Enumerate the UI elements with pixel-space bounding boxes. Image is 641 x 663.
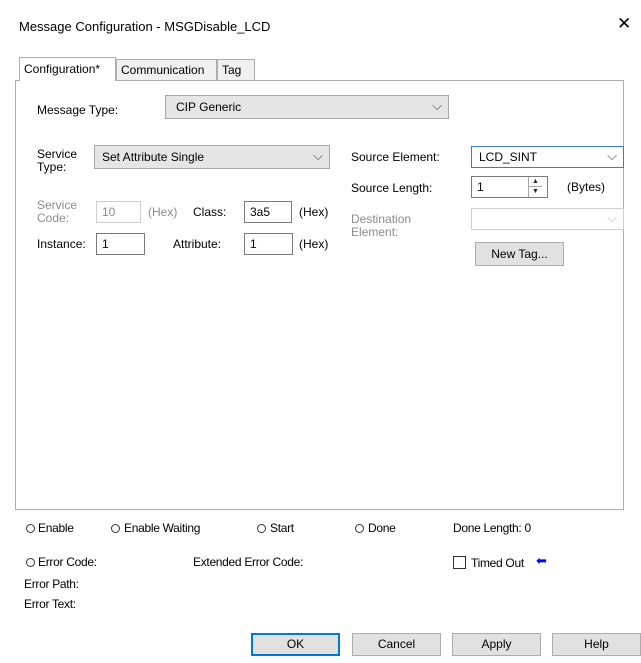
apply-button[interactable]: Apply [452,633,541,656]
timed-out-checkbox[interactable] [453,556,466,569]
source-length-input[interactable]: 1 ▲ ▼ [471,176,548,198]
class-input[interactable]: 3a5 [244,201,292,223]
source-length-value: 1 [477,180,484,194]
source-element-select[interactable]: LCD_SINT ⌵ [471,146,624,168]
message-type-select[interactable]: CIP Generic ⌵ [165,95,449,119]
enable-radio [26,524,35,533]
tab-configuration[interactable]: Configuration* [19,57,116,81]
source-length-label: Source Length: [351,181,433,195]
ok-button[interactable]: OK [251,633,340,656]
source-element-label: Source Element: [351,150,440,164]
attribute-input[interactable]: 1 [244,233,293,255]
tab-tag[interactable]: Tag [217,59,255,80]
window-title: Message Configuration - MSGDisable_LCD [19,19,271,34]
tab-communication[interactable]: Communication [116,59,217,80]
class-label: Class: [193,205,227,219]
attribute-unit: (Hex) [299,237,329,251]
attribute-label: Attribute: [173,237,222,251]
service-code-label: Service Code: [37,199,77,225]
service-type-select[interactable]: Set Attribute Single ⌵ [94,145,330,169]
done-length-label: Done Length: 0 [453,521,531,535]
help-button[interactable]: Help [552,633,641,656]
error-path-label: Error Path: [24,577,79,591]
timed-out-label: Timed Out [471,556,524,570]
enable-label: Enable [38,521,74,535]
service-code-unit: (Hex) [148,205,178,219]
destination-label-line2: Element: [351,225,399,239]
chevron-down-icon: ⌵ [607,148,617,163]
spin-up-icon[interactable]: ▲ [529,177,542,187]
source-length-unit: (Bytes) [567,180,606,194]
destination-element-label: Destination Element: [351,213,411,239]
message-type-value: CIP Generic [176,100,242,114]
destination-element-select[interactable]: ⌵ [471,208,624,230]
start-label: Start [270,521,294,535]
enable-waiting-label: Enable Waiting [124,521,201,535]
done-radio [355,524,364,533]
done-label: Done [368,521,396,535]
close-icon[interactable]: ✕ [617,15,631,32]
chevron-down-icon: ⌵ [607,210,617,225]
class-unit: (Hex) [299,205,329,219]
extended-error-code-label: Extended Error Code: [193,555,304,569]
service-code-label-line2: Code: [37,211,70,225]
service-type-label: Service Type: [37,148,77,174]
instance-label: Instance: [37,237,86,251]
spinner[interactable]: ▲ ▼ [528,177,543,197]
new-tag-button[interactable]: New Tag... [475,242,564,266]
message-type-label: Message Type: [37,103,119,117]
chevron-down-icon: ⌵ [432,98,442,113]
instance-input[interactable]: 1 [96,233,145,255]
error-text-label: Error Text: [24,597,76,611]
spin-down-icon[interactable]: ▼ [529,187,542,196]
source-element-value: LCD_SINT [479,150,538,164]
service-type-value: Set Attribute Single [102,150,205,164]
arrow-left-icon: ⬅ [536,553,547,568]
chevron-down-icon: ⌵ [313,148,323,163]
start-radio [257,524,266,533]
error-code-label: Error Code: [38,555,97,569]
cancel-button[interactable]: Cancel [352,633,441,656]
service-type-label-line2: Type: [37,160,67,174]
service-code-input[interactable]: 10 [96,201,141,223]
enable-waiting-radio [111,524,120,533]
error-code-radio [26,558,35,567]
